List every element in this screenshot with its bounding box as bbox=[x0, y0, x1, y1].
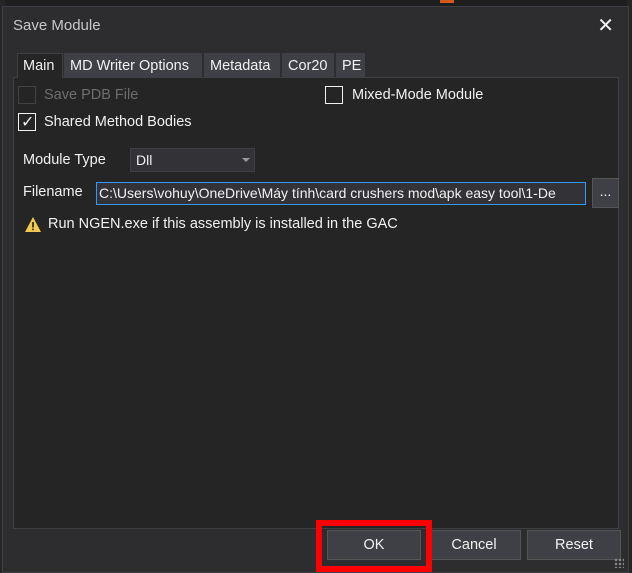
module-type-label: Module Type bbox=[23, 152, 106, 168]
save-module-dialog: Save Module ✕ Main MD Writer Options Met… bbox=[2, 6, 629, 573]
tab-pe[interactable]: PE bbox=[336, 53, 365, 77]
close-icon[interactable]: ✕ bbox=[597, 13, 614, 38]
chevron-down-icon bbox=[242, 158, 250, 162]
browse-button[interactable]: ... bbox=[592, 178, 619, 208]
tab-metadata[interactable]: Metadata bbox=[204, 53, 280, 77]
mixed-mode-checkbox[interactable] bbox=[325, 86, 343, 104]
tab-cor20[interactable]: Cor20 bbox=[282, 53, 334, 77]
checkmark-icon: ✓ bbox=[21, 114, 35, 131]
dialog-title: Save Module bbox=[13, 17, 101, 34]
background-accent bbox=[440, 0, 454, 3]
dialog-titlebar: Save Module ✕ bbox=[3, 7, 628, 45]
shared-method-bodies-label: Shared Method Bodies bbox=[44, 114, 192, 130]
module-type-select[interactable]: Dll bbox=[130, 148, 255, 172]
tab-main[interactable]: Main bbox=[17, 53, 63, 78]
module-type-value: Dll bbox=[136, 152, 153, 168]
shared-method-bodies-checkbox[interactable]: ✓ bbox=[18, 113, 36, 131]
ok-button-highlight bbox=[316, 520, 432, 572]
warning-icon bbox=[25, 217, 41, 232]
cancel-button[interactable]: Cancel bbox=[427, 530, 521, 560]
filename-input[interactable]: C:\Users\vohuy\OneDrive\Máy tính\card cr… bbox=[96, 182, 586, 205]
filename-label: Filename bbox=[23, 184, 83, 200]
save-pdb-checkbox[interactable] bbox=[18, 86, 36, 104]
mixed-mode-label: Mixed-Mode Module bbox=[352, 87, 484, 103]
tab-md-writer-options[interactable]: MD Writer Options bbox=[64, 53, 202, 77]
reset-button[interactable]: Reset bbox=[527, 530, 621, 560]
save-pdb-label: Save PDB File bbox=[44, 87, 139, 103]
main-tab-panel: Save PDB File Mixed-Mode Module ✓ Shared… bbox=[13, 77, 619, 529]
resize-grip-icon[interactable] bbox=[614, 558, 624, 568]
ngen-warning-text: Run NGEN.exe if this assembly is install… bbox=[48, 216, 398, 232]
